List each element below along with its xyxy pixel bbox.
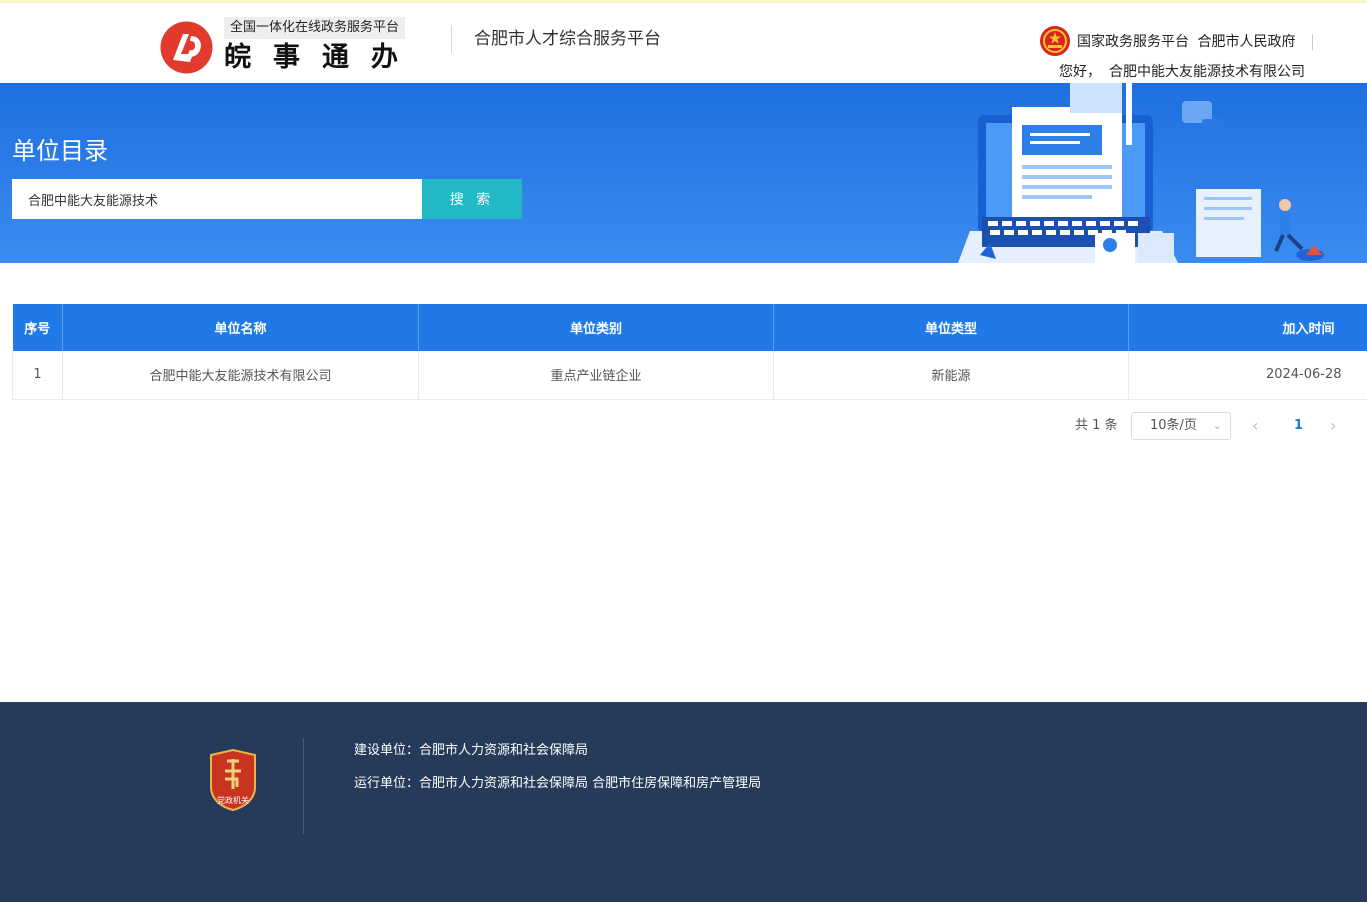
search-input[interactable]	[12, 179, 422, 219]
link-national-platform[interactable]: 国家政务服务平台	[1077, 34, 1189, 50]
pagination-total: 共 1 条	[1075, 418, 1118, 433]
cell-unit-name[interactable]: 合肥中能大友能源技术有限公司	[62, 351, 419, 400]
page-title: 单位目录	[12, 137, 108, 165]
logo-tagline: 全国一体化在线政务服务平台	[224, 17, 406, 39]
cell-join-date: 2024-06-28	[1128, 351, 1367, 400]
column-header-index: 序号	[12, 304, 63, 351]
top-links: 国家政务服务平台 合肥市人民政府	[1077, 32, 1313, 52]
cell-index: 1	[12, 351, 63, 400]
party-government-badge-icon[interactable]: 党政机关	[207, 749, 259, 811]
user-greeting: 您好， 合肥中能大友能源技术有限公司	[1059, 62, 1305, 82]
prev-page-chevron-left-icon[interactable]: ‹	[1252, 412, 1258, 440]
footer-operator-unit: 运行单位：合肥市人力资源和社会保障局 合肥市住房保障和房产管理局	[354, 776, 762, 791]
column-header-unit-type: 单位类型	[773, 304, 1129, 351]
page-size-select[interactable]: 10条/页 ⌄	[1131, 412, 1231, 440]
national-emblem-icon	[1040, 26, 1070, 56]
platform-title: 合肥市人才综合服务平台	[474, 29, 661, 49]
column-header-unit-name: 单位名称	[62, 304, 419, 351]
page-size-value: 10条/页	[1150, 418, 1197, 433]
footer-divider	[303, 738, 304, 834]
wanshitongban-logo-icon[interactable]	[159, 20, 214, 75]
cell-unit-category: 重点产业链企业	[418, 351, 774, 400]
site-footer: 党政机关 建设单位：合肥市人力资源和社会保障局 运行单位：合肥市人力资源和社会保…	[0, 702, 1367, 902]
pagination: 共 1 条 10条/页 ⌄ ‹ 1 ›	[1060, 412, 1360, 440]
chevron-down-icon: ⌄	[1212, 419, 1222, 432]
cell-unit-type: 新能源	[773, 351, 1129, 400]
party-badge-label: 党政机关	[217, 795, 249, 805]
site-header: 全国一体化在线政务服务平台 皖事通办 合肥市人才综合服务平台 国家政务服务平台 …	[0, 3, 1367, 83]
link-hefei-government[interactable]: 合肥市人民政府	[1197, 34, 1295, 50]
unit-directory-table: 序号 单位名称 单位类别 单位类型 加入时间 1 合肥中能大友能源技术有限公司 …	[12, 304, 1367, 400]
search-button[interactable]: 搜 索	[422, 179, 522, 219]
footer-builder-unit: 建设单位：合肥市人力资源和社会保障局	[354, 743, 589, 758]
directory-banner: 单位目录 搜 索	[0, 83, 1367, 263]
page-number-current[interactable]: 1	[1294, 412, 1303, 440]
logo-name[interactable]: 皖事通办	[224, 41, 424, 75]
header-divider	[451, 25, 452, 53]
next-page-chevron-right-icon[interactable]: ›	[1330, 412, 1336, 440]
column-header-join-date: 加入时间	[1128, 304, 1367, 351]
user-company-name[interactable]: 合肥中能大友能源技术有限公司	[1109, 64, 1305, 80]
greeting-text: 您好，	[1059, 64, 1101, 80]
table-header-row: 序号 单位名称 单位类别 单位类型 加入时间	[12, 304, 1367, 351]
top-links-divider	[1311, 34, 1313, 50]
column-header-unit-category: 单位类别	[418, 304, 774, 351]
table-row[interactable]: 1 合肥中能大友能源技术有限公司 重点产业链企业 新能源 2024-06-28	[12, 351, 1367, 400]
laptop-document-illustration-icon	[958, 83, 1324, 263]
